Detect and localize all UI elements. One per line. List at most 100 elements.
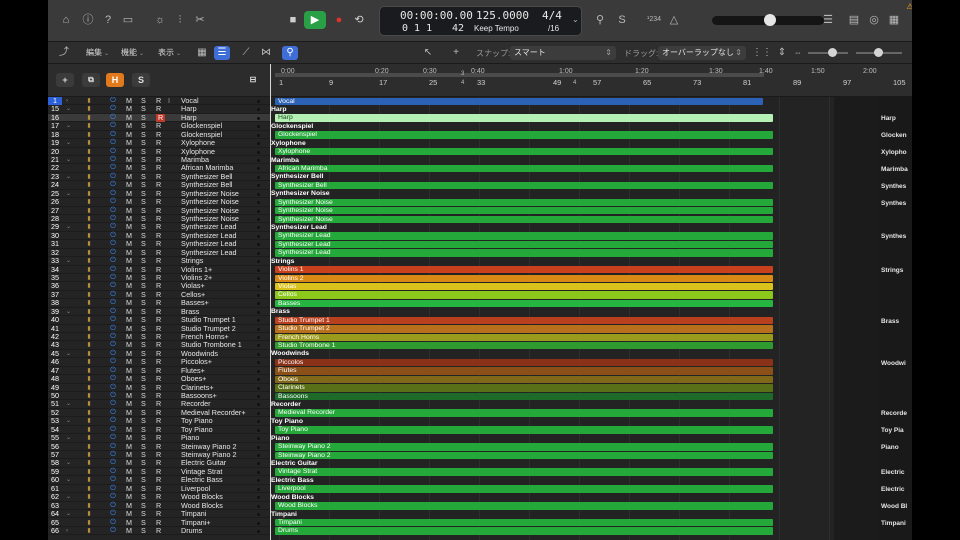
power-icon[interactable]: ⏻ xyxy=(109,459,117,467)
solo-button[interactable]: S xyxy=(141,526,146,535)
disclosure-icon[interactable]: ⌄ xyxy=(66,173,74,181)
region[interactable]: Wood Blocks xyxy=(275,502,773,510)
warning-icon[interactable]: ⚠ xyxy=(902,0,912,14)
toolbar-icon[interactable]: ▭ xyxy=(120,13,136,27)
browser-icon[interactable]: ▦ xyxy=(886,13,902,27)
ruler[interactable]: 0:00 0:20 0:30 0:40 1:00 1:20 1:30 1:40 1:50 2:00… xyxy=(270,64,912,97)
region[interactable]: Flutes xyxy=(275,367,773,375)
list-editors-icon[interactable]: ☰ xyxy=(820,13,836,27)
disclosure-icon[interactable]: ⌄ xyxy=(66,308,74,316)
solo-global-button[interactable]: S xyxy=(132,73,150,87)
region[interactable]: Synthesizer Noise xyxy=(275,207,773,215)
region[interactable]: Harp xyxy=(275,114,773,122)
playhead[interactable] xyxy=(270,64,271,540)
power-icon[interactable]: ⏻ xyxy=(109,207,117,215)
region[interactable]: Timpani xyxy=(275,519,773,527)
power-icon[interactable]: ⏻ xyxy=(109,316,117,324)
hide-button[interactable]: H xyxy=(106,73,124,87)
input-monitor-button[interactable]: I xyxy=(168,97,170,105)
folder-stack-label[interactable]: Xylophone xyxy=(271,140,306,147)
power-icon[interactable]: ⏻ xyxy=(109,122,117,130)
solo-icon[interactable]: S xyxy=(614,13,630,27)
power-icon[interactable]: ⏻ xyxy=(109,266,117,274)
tuner-icon[interactable]: ⚲ xyxy=(592,13,608,27)
region[interactable]: French Horns xyxy=(275,333,773,341)
play-button[interactable]: ▶ xyxy=(304,11,326,29)
disclosure-icon[interactable]: ⌄ xyxy=(66,400,74,408)
region[interactable]: Studio Trombone 1 xyxy=(275,341,773,350)
mute-button[interactable]: M xyxy=(126,526,132,535)
horizontal-zoom-knob[interactable] xyxy=(874,48,883,57)
volume-knob[interactable] xyxy=(764,14,776,26)
folder-stack-label[interactable]: Strings xyxy=(271,258,294,265)
power-icon[interactable]: ⏻ xyxy=(109,434,117,442)
track-header-row[interactable]: 66 › ▮ ⏻ M S R Drums xyxy=(48,526,270,536)
tracks-area-end[interactable] xyxy=(834,97,878,540)
disclosure-icon[interactable]: ⌄ xyxy=(66,257,74,265)
folder-stack-label[interactable]: Synthesizer Noise xyxy=(271,190,330,197)
folder-stack-label[interactable]: Recorder xyxy=(271,401,301,408)
folder-stack-label[interactable]: Synthesizer Bell xyxy=(271,173,324,180)
folder-stack-label[interactable]: Timpani xyxy=(271,511,297,518)
pointer-tool-icon[interactable]: ↖ xyxy=(420,46,436,60)
menu-view[interactable]: 表示 ⌄ xyxy=(158,47,181,58)
disclosure-icon[interactable]: ⌄ xyxy=(66,417,74,425)
disclosure-icon[interactable]: ⌄ xyxy=(66,510,74,518)
vertical-zoom-knob[interactable] xyxy=(828,48,837,57)
region[interactable]: Oboes xyxy=(275,375,773,384)
power-icon[interactable]: ⏻ xyxy=(109,485,117,493)
power-icon[interactable]: ⏻ xyxy=(109,282,117,290)
folder-stack-label[interactable]: Glockenspiel xyxy=(271,123,313,130)
power-icon[interactable]: ⏻ xyxy=(109,350,117,358)
track-name[interactable]: Drums xyxy=(181,526,202,535)
vertical-zoom-icon[interactable]: ⇕ xyxy=(774,46,790,60)
snap-select[interactable]: スマート ⇕ xyxy=(510,46,616,60)
power-icon[interactable]: ⏻ xyxy=(109,409,117,417)
region[interactable]: Vocal xyxy=(275,97,763,105)
global-tracks-icon[interactable]: ⊟ xyxy=(244,73,262,87)
record-enable-button[interactable]: R xyxy=(156,526,161,535)
region[interactable]: African Marimba xyxy=(275,164,773,173)
help-icon[interactable]: ? xyxy=(100,13,116,27)
grid-view-icon[interactable]: ▦ xyxy=(194,46,210,60)
region[interactable]: Vintage Strat xyxy=(275,468,773,476)
region[interactable]: Violins 2 xyxy=(275,274,773,282)
power-icon[interactable]: ⏻ xyxy=(109,240,117,248)
power-icon[interactable]: ⏻ xyxy=(109,417,117,425)
region[interactable]: Studio Trumpet 1 xyxy=(275,316,773,325)
disclosure-icon[interactable]: ⌄ xyxy=(66,122,74,130)
power-icon[interactable]: ⏻ xyxy=(109,232,117,240)
folder-stack-label[interactable]: Harp xyxy=(271,106,287,113)
disclosure-icon[interactable]: › xyxy=(66,527,74,535)
power-icon[interactable]: ⏻ xyxy=(109,476,117,484)
count-in-icon[interactable]: ¹234 xyxy=(646,13,662,27)
folder-stack-label[interactable]: Synthesizer Lead xyxy=(271,224,327,231)
automation-icon[interactable]: ⟋ xyxy=(238,46,254,60)
region[interactable]: Cellos xyxy=(275,291,773,299)
smart-controls-icon[interactable]: ☼ xyxy=(152,13,168,27)
power-icon[interactable]: ⏻ xyxy=(109,341,117,349)
power-icon[interactable]: ⏻ xyxy=(109,173,117,181)
disclosure-icon[interactable]: ⌄ xyxy=(66,434,74,442)
region[interactable]: Drums xyxy=(275,527,773,535)
stop-button[interactable]: ■ xyxy=(282,11,304,29)
power-icon[interactable]: ⏻ xyxy=(109,308,117,316)
mixer-icon[interactable]: ⫶ xyxy=(172,13,188,27)
track-zoom-icon[interactable]: ⇔ xyxy=(792,46,804,60)
pencil-tool-icon[interactable]: + xyxy=(448,46,464,60)
power-icon[interactable]: ⏻ xyxy=(109,249,117,257)
region[interactable]: Synthesizer Lead xyxy=(275,232,773,240)
power-icon[interactable]: ⏻ xyxy=(109,291,117,299)
folder-stack-label[interactable]: Toy Piano xyxy=(271,418,303,425)
lcd-display[interactable]: 00:00:00.00 125.0000 4/4 0 1 1 42 Keep T… xyxy=(379,6,582,36)
region[interactable]: Piccolos xyxy=(275,358,773,367)
region[interactable]: Basses xyxy=(275,299,773,308)
flex-icon[interactable]: ⋈ xyxy=(258,46,274,60)
region[interactable]: Synthesizer Noise xyxy=(275,198,773,207)
folder-stack-label[interactable]: Piano xyxy=(271,435,290,442)
power-icon[interactable]: ⏻ xyxy=(109,215,117,223)
add-track-button[interactable]: + xyxy=(56,73,74,87)
disclosure-icon[interactable]: ⌄ xyxy=(66,223,74,231)
power-icon[interactable]: ⏻ xyxy=(109,190,117,198)
power-icon[interactable]: ⏻ xyxy=(109,493,117,501)
